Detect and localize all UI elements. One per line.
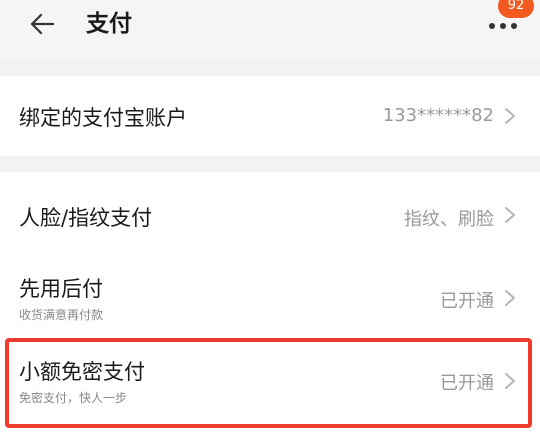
top-bar: 支付 92 (0, 0, 540, 62)
alipay-account-value: 133******82 (382, 105, 494, 126)
chevron-right-icon (505, 373, 515, 389)
chevron-right-icon (505, 290, 515, 306)
more-dot (511, 23, 517, 29)
chevron-right-icon (505, 108, 515, 124)
alipay-account-label: 绑定的支付宝账户 (19, 106, 187, 130)
password-free-pay-row[interactable]: 小额免密支付 免密支付，快人一步 已开通 (0, 340, 540, 422)
payment-settings-page: 支付 92 绑定的支付宝账户 133******82 人脸/指纹支付 指纹、刷脸… (0, 0, 540, 434)
notification-badge: 92 (498, 0, 534, 18)
more-dot (500, 23, 506, 29)
face-fingerprint-pay-row[interactable]: 人脸/指纹支付 指纹、刷脸 (0, 172, 540, 256)
chevron-right-icon (505, 207, 515, 223)
password-free-pay-subtitle: 免密支付，快人一步 (19, 391, 128, 405)
pay-later-subtitle: 收货满意再付款 (19, 308, 104, 322)
back-arrow-icon (30, 13, 55, 35)
password-free-pay-label: 小额免密支付 (19, 360, 145, 384)
account-card: 绑定的支付宝账户 133******82 (0, 76, 540, 156)
password-free-pay-status: 已开通 (440, 373, 494, 394)
alipay-account-row[interactable]: 绑定的支付宝账户 133******82 (0, 76, 540, 156)
face-fingerprint-pay-value: 指纹、刷脸 (404, 209, 494, 230)
pay-later-row[interactable]: 先用后付 收货满意再付款 已开通 (0, 256, 540, 336)
pay-later-status: 已开通 (440, 291, 494, 312)
payment-methods-card: 人脸/指纹支付 指纹、刷脸 先用后付 收货满意再付款 已开通 小额免密支付 免密… (0, 172, 540, 434)
back-button[interactable] (24, 6, 60, 42)
face-fingerprint-pay-label: 人脸/指纹支付 (19, 206, 153, 230)
pay-later-label: 先用后付 (19, 277, 103, 301)
more-dots-icon (489, 23, 495, 29)
page-title: 支付 (86, 11, 132, 37)
